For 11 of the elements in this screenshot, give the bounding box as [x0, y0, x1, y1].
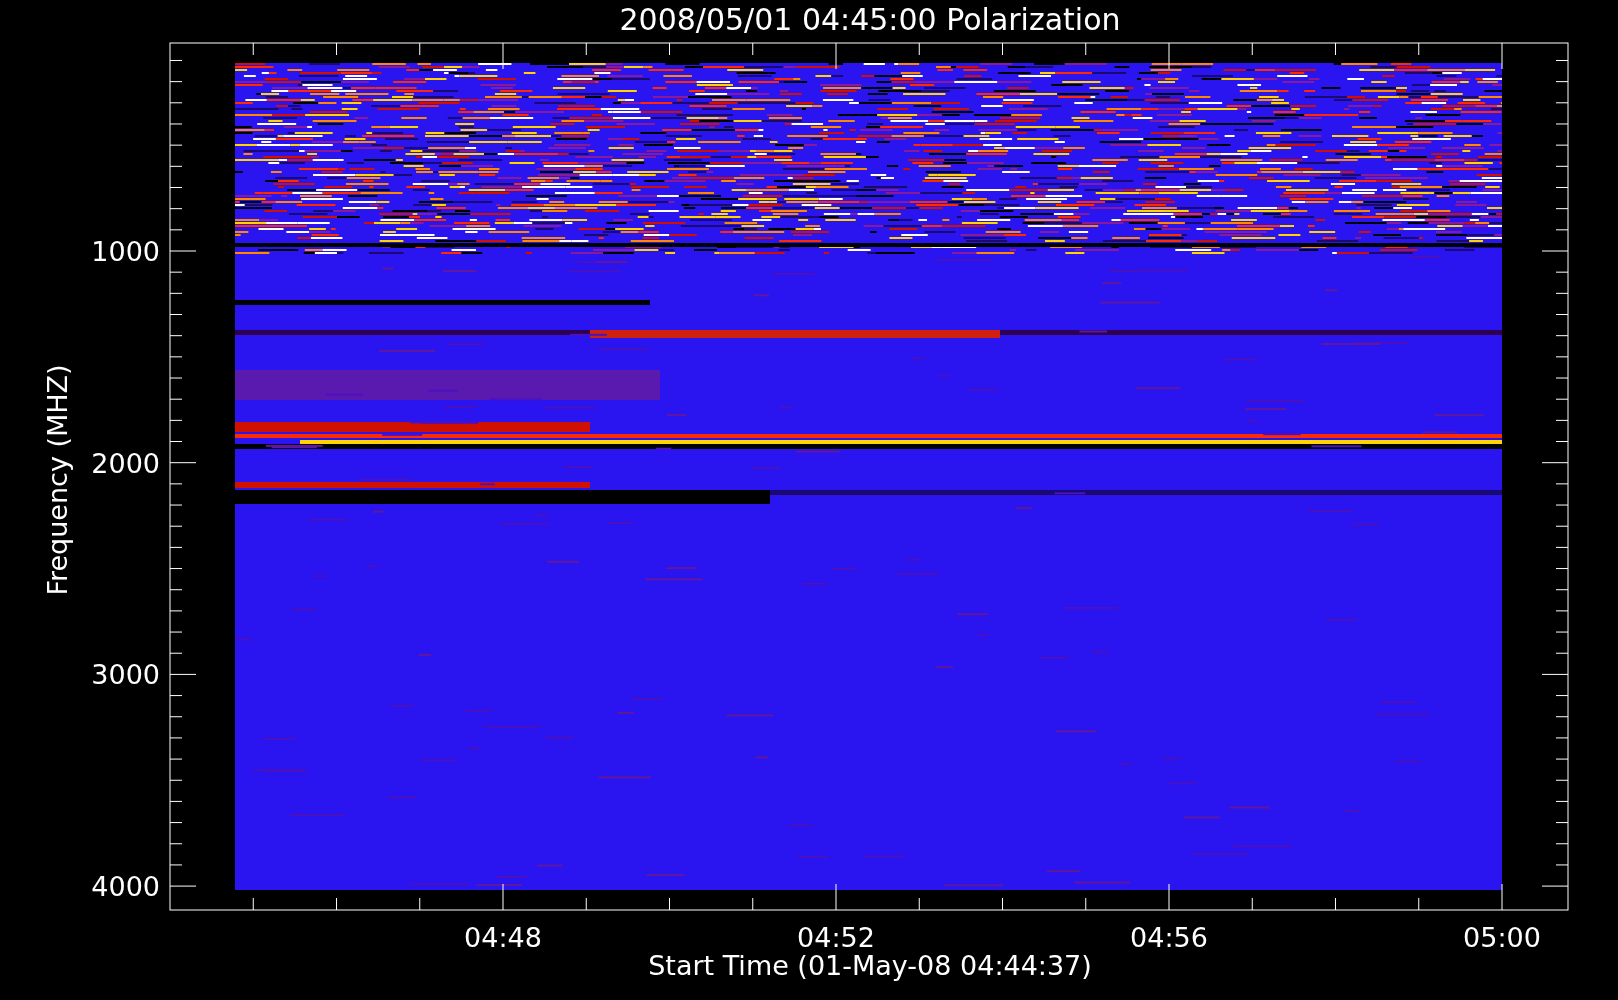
y-tick-label: 2000 [91, 447, 160, 479]
x-axis-label: Start Time (01-May-08 04:44:37) [648, 950, 1092, 981]
y-axis-label: Frequency (MHZ) [42, 364, 73, 596]
x-tick-label: 05:00 [1463, 922, 1541, 953]
y-tick-label: 1000 [91, 236, 160, 267]
y-tick-label: 3000 [91, 659, 160, 691]
x-tick-label: 04:52 [797, 922, 875, 953]
chart-title: 2008/05/01 04:45:00 Polarization [619, 2, 1121, 37]
x-tick-label: 04:56 [1130, 922, 1208, 953]
y-tick-label: 4000 [91, 871, 160, 903]
x-tick-label: 04:48 [464, 922, 542, 953]
